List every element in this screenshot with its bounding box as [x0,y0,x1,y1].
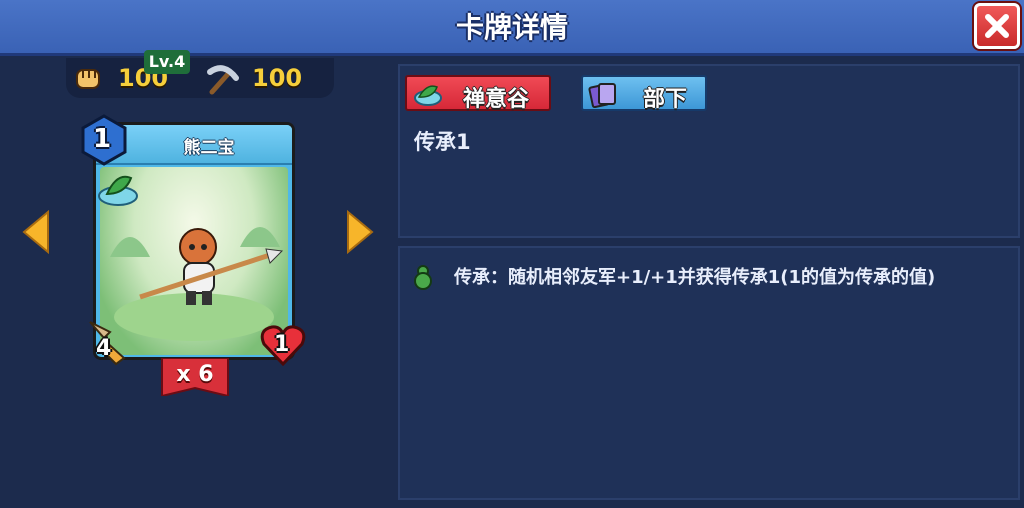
faction-tag-label: 禅意谷 [463,87,530,112]
type-tag-label: 部下 [643,87,688,112]
ability-title: 传承1 [414,130,471,154]
zen-valley-faction-icon [98,175,138,206]
attack-value: 4 [96,336,112,361]
card-cost: 1 [92,124,112,154]
gourd-icon [414,265,432,290]
zen-valley-tag-icon [414,85,442,106]
faction-tag: 禅意谷 [405,75,551,112]
card-name: 熊二宝 [183,138,235,158]
card-count: x 6 [176,362,214,387]
cards-icon [588,83,616,108]
health-value: 1 [274,332,290,357]
fist-icon [76,69,100,89]
ability-description: 传承：随机相邻友军+1/+1并获得传承1(1的值为传承的值) [454,267,936,288]
pickaxe-icon [207,65,239,95]
type-tag: 部下 [581,75,707,112]
level-badge: Lv.4 [144,50,190,74]
page-title: 卡牌详情 [455,11,568,44]
next-card-arrow-icon[interactable] [344,210,376,254]
close-icon [985,14,1009,38]
pickaxe-value: 100 [252,64,303,92]
prev-card-arrow-icon[interactable] [20,210,52,254]
close-button[interactable] [974,3,1020,49]
